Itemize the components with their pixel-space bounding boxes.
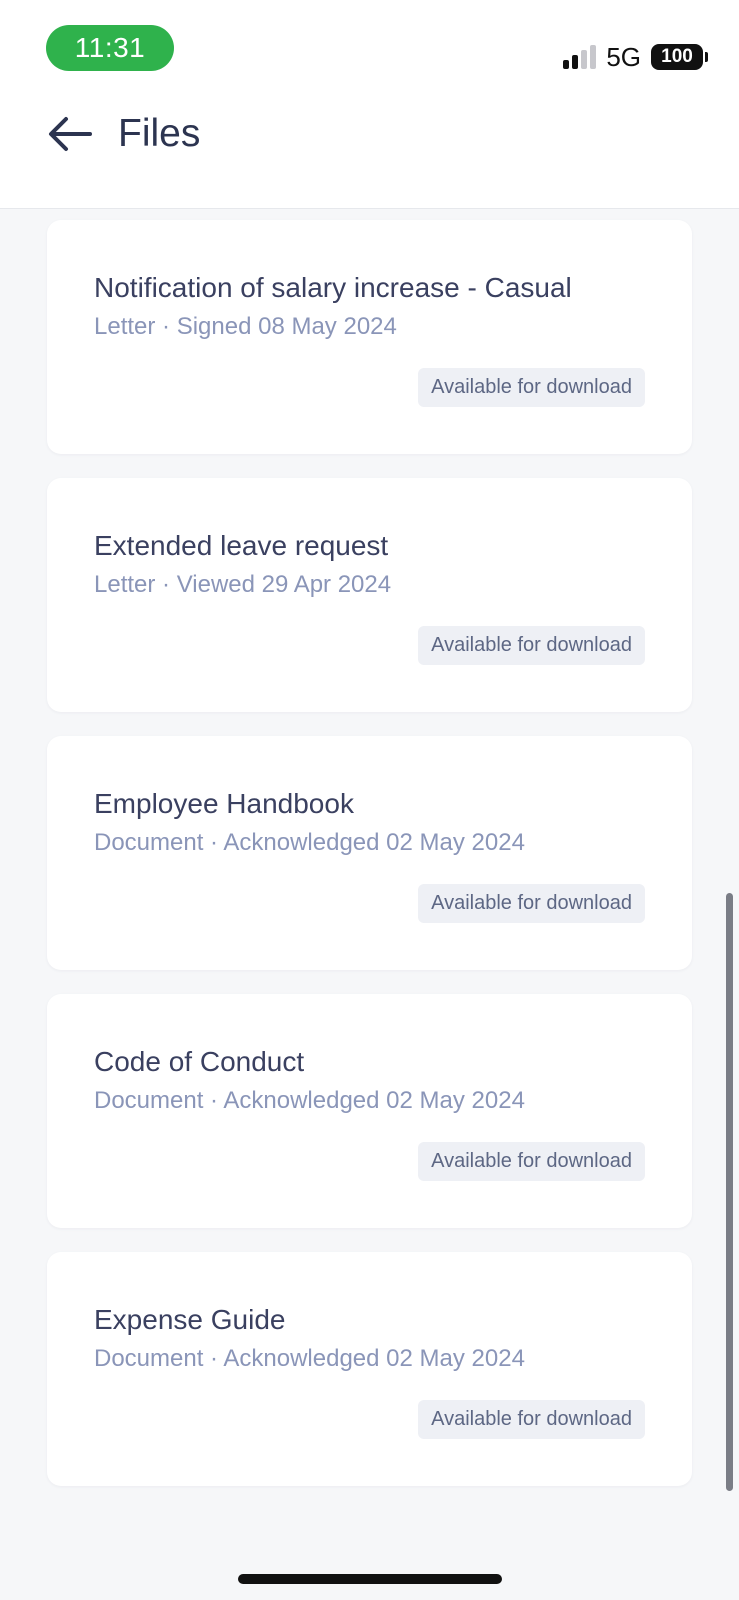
status-time: 11:31 [46,25,174,71]
file-card[interactable]: Code of Conduct Document · Acknowledged … [47,994,692,1228]
files-screen: 11:31 5G 100 Files Notification of salar… [0,0,739,1600]
download-status-badge: Available for download [418,884,645,923]
download-status-badge: Available for download [418,368,645,407]
download-status-badge: Available for download [418,1142,645,1181]
file-card[interactable]: Employee Handbook Document · Acknowledge… [47,736,692,970]
battery-icon: 100 [651,44,708,70]
file-title: Code of Conduct [94,1046,305,1077]
file-meta: Document · Acknowledged 02 May 2024 [94,1087,525,1114]
file-card[interactable]: Extended leave request Letter · Viewed 2… [47,478,692,712]
file-title: Notification of salary increase - Casual [94,272,572,303]
top-bar: 11:31 5G 100 Files [0,0,739,209]
file-meta: Document · Acknowledged 02 May 2024 [94,829,525,856]
file-card[interactable]: Notification of salary increase - Casual… [47,220,692,454]
download-status-badge: Available for download [418,1400,645,1439]
file-meta: Letter · Signed 08 May 2024 [94,313,397,340]
file-title: Employee Handbook [94,788,354,819]
file-meta: Document · Acknowledged 02 May 2024 [94,1345,525,1372]
file-title: Extended leave request [94,530,389,561]
back-button[interactable] [46,110,94,158]
network-label: 5G [606,41,641,72]
home-indicator[interactable] [238,1574,502,1584]
signal-icon [563,45,597,69]
battery-level: 100 [661,46,693,67]
file-card[interactable]: Expense Guide Document · Acknowledged 02… [47,1252,692,1486]
download-status-badge: Available for download [418,626,645,665]
files-list: Notification of salary increase - Casual… [47,220,692,1510]
page-title: Files [118,112,201,155]
scrollbar[interactable] [726,893,733,1491]
file-meta: Letter · Viewed 29 Apr 2024 [94,571,392,598]
file-title: Expense Guide [94,1304,286,1335]
arrow-left-icon [49,117,92,151]
status-indicators: 5G 100 [563,41,708,72]
